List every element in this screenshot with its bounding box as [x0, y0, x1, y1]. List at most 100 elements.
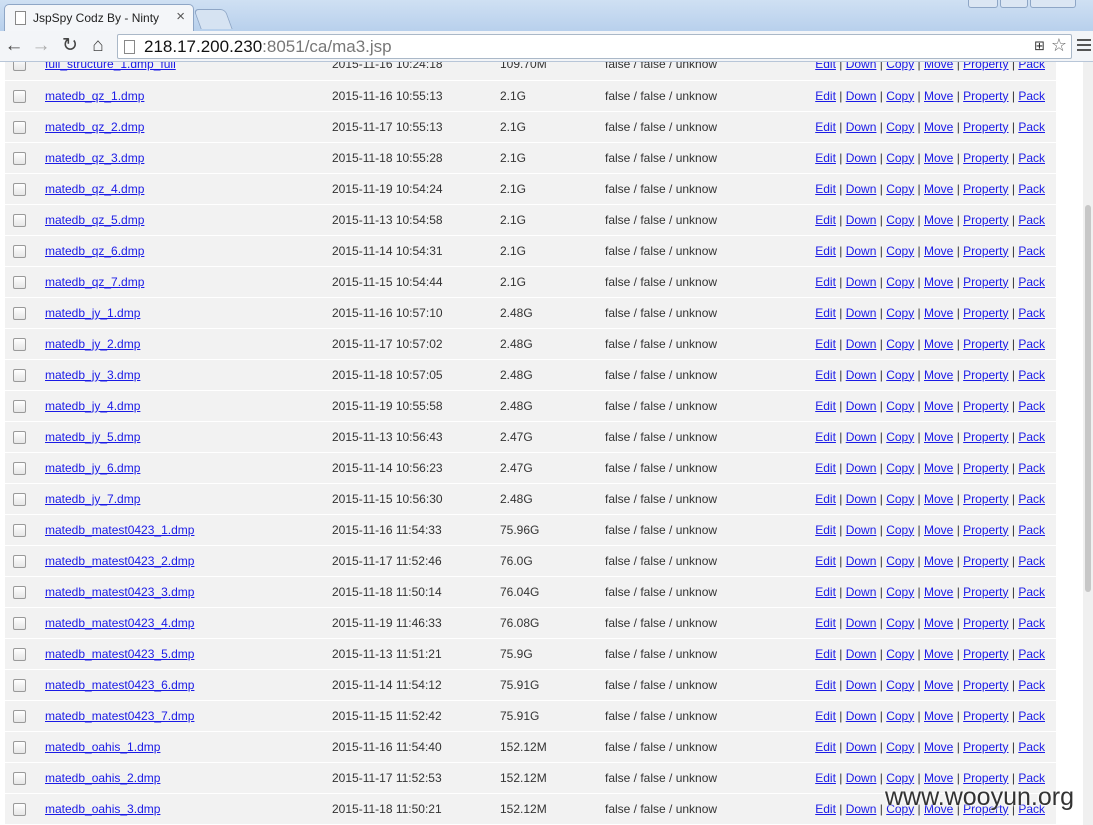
row-checkbox[interactable] — [13, 430, 26, 444]
file-name-link[interactable]: matedb_jy_2.dmp — [45, 337, 140, 351]
action-move-link[interactable]: Move — [924, 89, 953, 103]
scrollbar-thumb[interactable] — [1085, 205, 1091, 592]
translate-icon[interactable]: ⊞ — [1034, 38, 1045, 54]
action-move-link[interactable]: Move — [924, 678, 953, 692]
action-property-link[interactable]: Property — [963, 492, 1008, 506]
row-checkbox[interactable] — [13, 399, 26, 413]
action-pack-link[interactable]: Pack — [1018, 275, 1045, 289]
action-down-link[interactable]: Down — [846, 616, 877, 630]
row-checkbox[interactable] — [13, 616, 26, 630]
action-move-link[interactable]: Move — [924, 740, 953, 754]
action-pack-link[interactable]: Pack — [1018, 709, 1045, 723]
action-pack-link[interactable]: Pack — [1018, 213, 1045, 227]
new-tab-button[interactable] — [193, 9, 233, 29]
action-property-link[interactable]: Property — [963, 244, 1008, 258]
file-name-link[interactable]: matedb_matest0423_2.dmp — [45, 554, 194, 568]
file-name-link[interactable]: matedb_jy_6.dmp — [45, 461, 140, 475]
action-move-link[interactable]: Move — [924, 647, 953, 661]
action-copy-link[interactable]: Copy — [886, 151, 914, 165]
action-property-link[interactable]: Property — [963, 182, 1008, 196]
action-copy-link[interactable]: Copy — [886, 399, 914, 413]
action-copy-link[interactable]: Copy — [886, 182, 914, 196]
file-name-link[interactable]: matedb_qz_2.dmp — [45, 120, 144, 134]
action-move-link[interactable]: Move — [924, 709, 953, 723]
action-move-link[interactable]: Move — [924, 182, 953, 196]
action-property-link[interactable]: Property — [963, 523, 1008, 537]
action-pack-link[interactable]: Pack — [1018, 368, 1045, 382]
action-move-link[interactable]: Move — [924, 461, 953, 475]
row-checkbox[interactable] — [13, 554, 26, 568]
action-down-link[interactable]: Down — [846, 430, 877, 444]
action-copy-link[interactable]: Copy — [886, 585, 914, 599]
file-name-link[interactable]: matedb_matest0423_6.dmp — [45, 678, 194, 692]
action-edit-link[interactable]: Edit — [815, 492, 836, 506]
action-pack-link[interactable]: Pack — [1018, 306, 1045, 320]
action-pack-link[interactable]: Pack — [1018, 740, 1045, 754]
action-down-link[interactable]: Down — [846, 151, 877, 165]
action-edit-link[interactable]: Edit — [815, 306, 836, 320]
tab-close-icon[interactable]: × — [176, 8, 185, 25]
action-move-link[interactable]: Move — [924, 120, 953, 134]
action-down-link[interactable]: Down — [846, 306, 877, 320]
action-copy-link[interactable]: Copy — [886, 647, 914, 661]
forward-icon[interactable]: → — [29, 35, 53, 57]
file-name-link[interactable]: matedb_matest0423_5.dmp — [45, 647, 194, 661]
maximize-button[interactable] — [1000, 0, 1028, 8]
action-copy-link[interactable]: Copy — [886, 120, 914, 134]
action-edit-link[interactable]: Edit — [815, 585, 836, 599]
action-property-link[interactable]: Property — [963, 213, 1008, 227]
file-name-link[interactable]: matedb_oahis_2.dmp — [45, 771, 160, 785]
file-name-link[interactable]: matedb_matest0423_3.dmp — [45, 585, 194, 599]
action-down-link[interactable]: Down — [846, 492, 877, 506]
action-down-link[interactable]: Down — [846, 678, 877, 692]
action-move-link[interactable]: Move — [924, 244, 953, 258]
action-down-link[interactable]: Down — [846, 802, 877, 816]
action-down-link[interactable]: Down — [846, 120, 877, 134]
row-checkbox[interactable] — [13, 62, 26, 72]
action-edit-link[interactable]: Edit — [815, 89, 836, 103]
home-icon[interactable]: ⌂ — [86, 35, 110, 57]
action-property-link[interactable]: Property — [963, 709, 1008, 723]
action-down-link[interactable]: Down — [846, 182, 877, 196]
action-edit-link[interactable]: Edit — [815, 709, 836, 723]
action-move-link[interactable]: Move — [924, 554, 953, 568]
action-down-link[interactable]: Down — [846, 771, 877, 785]
row-checkbox[interactable] — [13, 337, 26, 351]
action-move-link[interactable]: Move — [924, 337, 953, 351]
action-down-link[interactable]: Down — [846, 523, 877, 537]
row-checkbox[interactable] — [13, 275, 26, 289]
action-copy-link[interactable]: Copy — [886, 306, 914, 320]
action-edit-link[interactable]: Edit — [815, 616, 836, 630]
action-property-link[interactable]: Property — [963, 678, 1008, 692]
row-checkbox[interactable] — [13, 523, 26, 537]
file-name-link[interactable]: matedb_matest0423_7.dmp — [45, 709, 194, 723]
close-window-button[interactable] — [1030, 0, 1076, 8]
action-edit-link[interactable]: Edit — [815, 337, 836, 351]
action-property-link[interactable]: Property — [963, 151, 1008, 165]
file-name-link[interactable]: matedb_jy_3.dmp — [45, 368, 140, 382]
address-bar[interactable]: 218.17.200.230:8051/ca/ma3.jsp ⊞ ☆ — [117, 34, 1072, 59]
action-pack-link[interactable]: Pack — [1018, 120, 1045, 134]
action-copy-link[interactable]: Copy — [886, 616, 914, 630]
action-property-link[interactable]: Property — [963, 62, 1008, 71]
action-move-link[interactable]: Move — [924, 399, 953, 413]
action-property-link[interactable]: Property — [963, 89, 1008, 103]
action-move-link[interactable]: Move — [924, 430, 953, 444]
row-checkbox[interactable] — [13, 802, 26, 816]
action-down-link[interactable]: Down — [846, 554, 877, 568]
action-copy-link[interactable]: Copy — [886, 709, 914, 723]
action-edit-link[interactable]: Edit — [815, 554, 836, 568]
action-property-link[interactable]: Property — [963, 399, 1008, 413]
action-edit-link[interactable]: Edit — [815, 62, 836, 71]
action-move-link[interactable]: Move — [924, 306, 953, 320]
row-checkbox[interactable] — [13, 306, 26, 320]
row-checkbox[interactable] — [13, 151, 26, 165]
action-copy-link[interactable]: Copy — [886, 213, 914, 227]
action-down-link[interactable]: Down — [846, 337, 877, 351]
action-edit-link[interactable]: Edit — [815, 213, 836, 227]
row-checkbox[interactable] — [13, 771, 26, 785]
action-move-link[interactable]: Move — [924, 151, 953, 165]
action-down-link[interactable]: Down — [846, 585, 877, 599]
action-copy-link[interactable]: Copy — [886, 62, 914, 71]
action-move-link[interactable]: Move — [924, 492, 953, 506]
